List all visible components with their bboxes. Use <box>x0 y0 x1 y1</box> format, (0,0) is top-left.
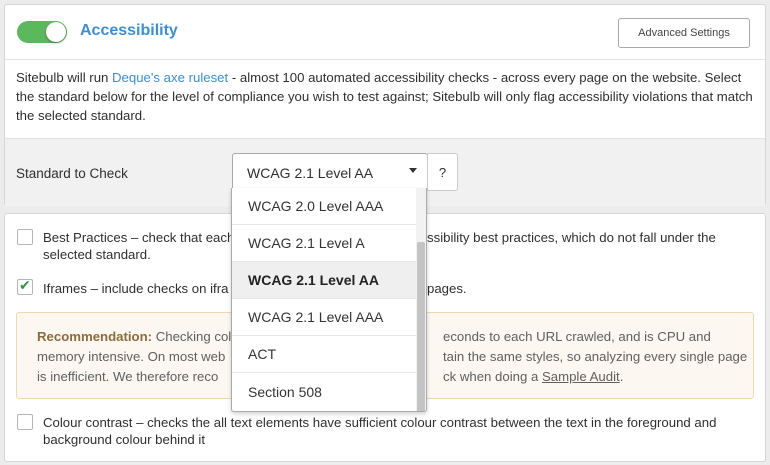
standard-dropdown: WCAG 2.0 Level AAA WCAG 2.1 Level A WCAG… <box>231 188 427 412</box>
dropdown-option[interactable]: WCAG 2.1 Level A <box>232 225 417 262</box>
iframes-checkbox[interactable]: ✔ <box>17 277 33 295</box>
caret-down-icon <box>409 168 417 173</box>
dropdown-option[interactable]: Section 508 <box>232 373 417 410</box>
dropdown-option[interactable]: WCAG 2.0 Level AAA <box>232 188 417 225</box>
best-practices-checkbox[interactable] <box>17 229 33 245</box>
reco-line1b: econds to each URL crawled, and is CPU a… <box>443 329 711 344</box>
reco-line2a: memory intensive. On most web <box>37 349 226 364</box>
help-button[interactable]: ? <box>427 153 458 191</box>
dropdown-option[interactable]: WCAG 2.1 Level AAA <box>232 299 417 336</box>
reco-line1a: Checking colo <box>152 329 239 344</box>
dropdown-option[interactable]: ACT <box>232 336 417 373</box>
standard-select[interactable]: WCAG 2.1 Level AA <box>232 153 428 191</box>
reco-line2b: tain the same styles, so analyzing every… <box>443 349 748 364</box>
reco-line-3b: ck when doing a Sample Audit. <box>443 367 623 387</box>
iframes-text-b: pages. <box>427 281 467 296</box>
reco-line3a: is inefficient. We therefore reco <box>37 369 219 384</box>
reco-end: . <box>619 369 624 384</box>
colour-contrast-text: Colour contrast – checks the all text el… <box>43 415 717 447</box>
best-practices-text-b: ssibility best practices, which do not f… <box>427 230 716 245</box>
description-text-1: Sitebulb will run <box>16 70 113 85</box>
accessibility-toggle[interactable] <box>17 21 67 43</box>
reco-line3b: ck when doing a <box>443 369 542 384</box>
standard-label: Standard to Check <box>16 166 128 181</box>
accessibility-panel: Accessibility Advanced Settings Sitebulb… <box>4 4 766 206</box>
dropdown-option-selected[interactable]: WCAG 2.1 Level AA <box>232 262 417 299</box>
iframes-text-a: Iframes – include checks on ifra <box>43 281 229 296</box>
best-practices-text-a: Best Practices – check that each <box>43 230 235 245</box>
recommendation-label: Recommendation: <box>37 329 153 344</box>
panel-title: Accessibility <box>80 22 178 39</box>
scrollbar-thumb[interactable] <box>417 242 425 411</box>
standard-select-value: WCAG 2.1 Level AA <box>247 165 374 181</box>
checkmark-icon: ✔ <box>19 277 31 293</box>
reco-line-1: Recommendation: Checking colo <box>37 327 239 347</box>
advanced-settings-button[interactable]: Advanced Settings <box>618 18 750 48</box>
toggle-knob <box>46 22 66 42</box>
colour-contrast-checkbox[interactable] <box>17 414 33 430</box>
sample-audit-link[interactable]: Sample Audit <box>542 369 620 384</box>
panel-header: Accessibility Advanced Settings <box>5 5 765 60</box>
axe-ruleset-link[interactable]: Deque's axe ruleset <box>112 70 228 85</box>
dropdown-scrollbar[interactable] <box>416 188 426 411</box>
best-practices-text-c: selected standard. <box>43 247 151 262</box>
description: Sitebulb will run Deque's axe ruleset - … <box>16 68 756 125</box>
